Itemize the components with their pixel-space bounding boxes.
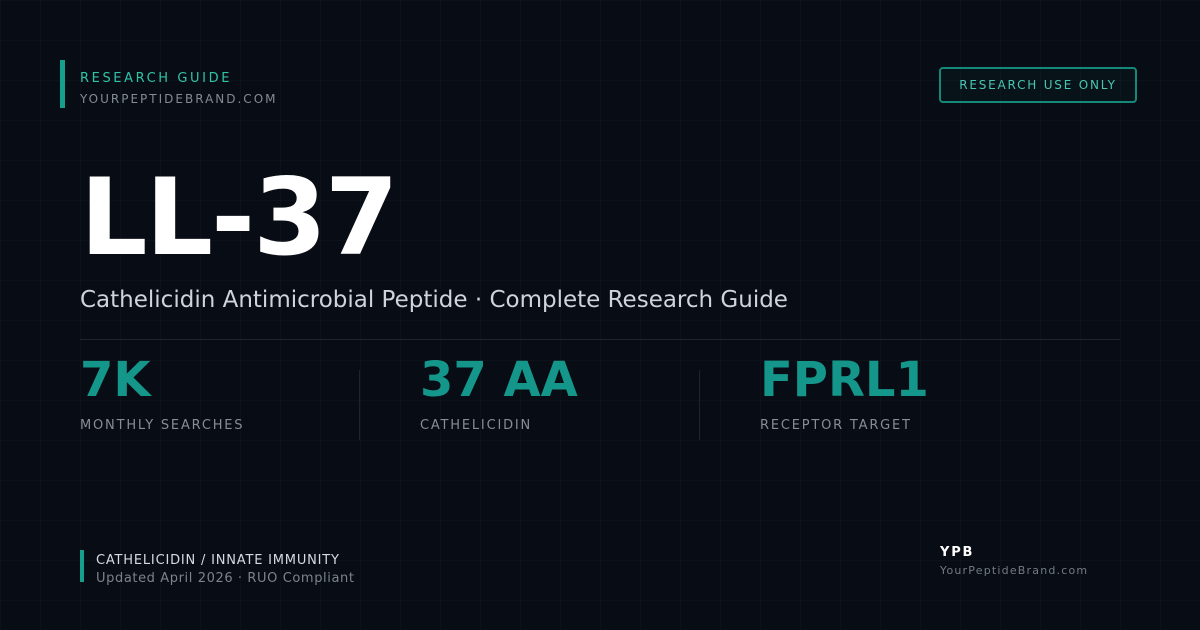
page-title: LL-37 [80, 156, 399, 279]
footer-meta-block: CATHELICIDIN / INNATE IMMUNITY Updated A… [80, 550, 354, 586]
stat-receptor-target: FPRL1 RECEPTOR TARGET [760, 356, 929, 433]
site-label: YOURPEPTIDEBRAND.COM [80, 92, 278, 106]
brand-site: YourPeptideBrand.com [940, 564, 1089, 577]
brand-mark: YPB [940, 545, 975, 560]
stat-value: 37 AA [420, 352, 578, 408]
stat-separator [699, 370, 700, 440]
stat-label: RECEPTOR TARGET [760, 418, 912, 433]
stat-monthly-searches: 7K MONTHLY SEARCHES [80, 356, 244, 433]
research-use-only-badge: RESEARCH USE ONLY [939, 67, 1137, 103]
section-divider [80, 339, 1120, 340]
stat-label: MONTHLY SEARCHES [80, 418, 245, 433]
footer-category: CATHELICIDIN / INNATE IMMUNITY [96, 553, 340, 568]
stat-separator [359, 370, 360, 440]
stat-amino-acids: 37 AA CATHELICIDIN [420, 356, 578, 433]
page-subtitle: Cathelicidin Antimicrobial Peptide · Com… [80, 287, 788, 313]
stat-label: CATHELICIDIN [420, 418, 533, 433]
stat-value: 7K [80, 352, 151, 408]
header-brand-block: RESEARCH GUIDE YOURPEPTIDEBRAND.COM [60, 60, 276, 108]
eyebrow-label: RESEARCH GUIDE [80, 71, 233, 86]
stat-value: FPRL1 [760, 352, 929, 408]
footer-updated: Updated April 2026 · RUO Compliant [96, 571, 355, 586]
